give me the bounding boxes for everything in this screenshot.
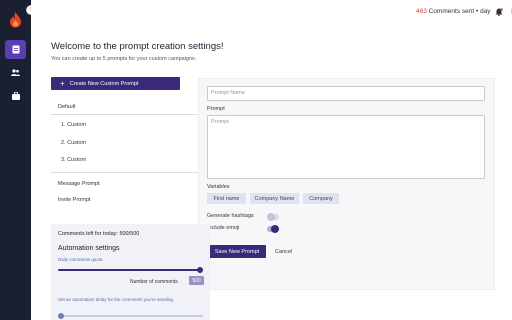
prompt-item-message[interactable]: Message Prompt [58, 181, 100, 187]
daily-quota-label: Daily comments quota [58, 257, 103, 262]
notification-bell-icon[interactable] [495, 8, 503, 16]
left-rail: › [0, 0, 36, 320]
main-content: Welcome to the prompt creation settings!… [31, 24, 512, 320]
number-of-comments-label: Number of comments [130, 279, 178, 285]
variables-label: Variables [207, 184, 230, 190]
hashtags-toggle[interactable] [267, 213, 279, 221]
variable-chip-first-name[interactable]: First name [207, 193, 246, 204]
include-emoji-label: Include emoji [207, 225, 240, 231]
cancel-button[interactable]: Cancel [275, 249, 292, 255]
automation-settings-title: Automation settings [58, 245, 120, 252]
plus-icon: + [60, 78, 65, 88]
prompt-item-custom-2[interactable]: 2. Custom [61, 140, 86, 146]
create-button-label: Create New Custom Prompt [69, 80, 139, 87]
divider [51, 114, 214, 115]
toggle-knob [271, 225, 279, 233]
page-subtitle: You can create up to 5 prompts for your … [51, 56, 197, 62]
flame-logo-icon [10, 12, 21, 28]
prompt-name-input[interactable]: Prompt Name [207, 86, 485, 101]
prompt-item-default[interactable]: Default [58, 104, 75, 110]
comments-settings-panel: Comments left for today: 500/500 Automat… [51, 224, 210, 320]
comments-left-text: Comments left for today: 500/500 [58, 231, 140, 237]
prompt-label: Prompt [207, 106, 225, 112]
slider-thumb[interactable] [58, 313, 64, 319]
page-title: Welcome to the prompt creation settings! [51, 41, 224, 52]
prompt-item-invite[interactable]: Invite Prompt [58, 197, 90, 203]
comments-label: Comments sent • day [428, 8, 491, 15]
toggle-knob [267, 213, 275, 221]
variable-chip-company-name[interactable]: Company Name [250, 193, 299, 204]
create-custom-prompt-button[interactable]: + Create New Custom Prompt [51, 77, 180, 90]
nav-users-icon[interactable] [5, 63, 26, 82]
emoji-toggle[interactable] [267, 225, 279, 233]
comments-counter: 463 Comments sent • day [416, 8, 491, 15]
comments-count: 463 [416, 8, 427, 15]
prompt-item-custom-1[interactable]: 1. Custom [61, 122, 86, 128]
prompt-textarea[interactable]: Prompt [207, 115, 485, 179]
slider-thumb[interactable] [197, 267, 203, 273]
prompt-editor-card: Prompt Name Prompt Prompt Variables Firs… [198, 78, 495, 290]
number-of-comments-value[interactable]: 500 [189, 276, 204, 285]
top-header: 463 Comments sent • day ⌄ [31, 0, 512, 24]
prompt-item-custom-3[interactable]: 3. Custom [61, 157, 86, 163]
divider [51, 172, 214, 173]
variable-chip-company[interactable]: Company [303, 193, 339, 204]
nav-briefcase-icon[interactable] [5, 86, 26, 105]
save-new-prompt-button[interactable]: Save New Prompt [208, 245, 266, 258]
daily-quota-slider[interactable] [58, 267, 203, 273]
delay-slider[interactable] [58, 313, 203, 319]
nav-prompts-icon[interactable] [5, 40, 26, 59]
automation-delay-text: Set an automation delay for the comments… [58, 297, 175, 302]
generate-hashtags-label: Generate hashtags [207, 213, 254, 219]
